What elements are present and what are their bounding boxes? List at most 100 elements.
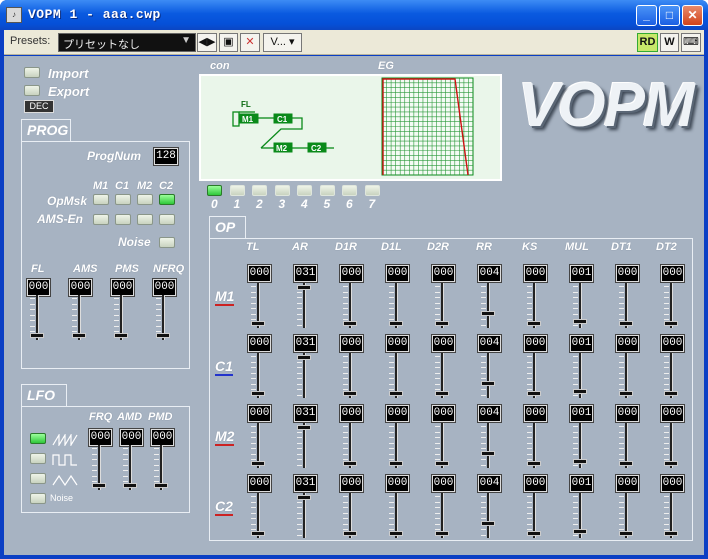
lfo-param-value-frq[interactable]: 000 <box>88 428 113 447</box>
export-button[interactable] <box>24 85 40 96</box>
op-c2-dt2-slider-knob[interactable] <box>664 531 678 536</box>
lfo-param-slider-pmd-knob[interactable] <box>154 483 168 488</box>
lfo-param-slider-amd-knob[interactable] <box>123 483 137 488</box>
op-c1-ar-slider-knob[interactable] <box>297 355 311 360</box>
ams-en-toggle-c1[interactable] <box>115 214 131 225</box>
op-m2-dt1-slider-knob[interactable] <box>619 461 633 466</box>
prognum-value[interactable]: 128 <box>153 147 179 166</box>
ams-en-toggle-m1[interactable] <box>93 214 109 225</box>
op-c1-d1l-value[interactable]: 000 <box>385 334 410 353</box>
op-m1-mul-value[interactable]: 001 <box>569 264 594 283</box>
op-c1-rr-slider[interactable] <box>478 353 500 398</box>
op-c2-mul-slider-knob[interactable] <box>573 529 587 534</box>
app-icon[interactable]: ♪ <box>6 7 22 23</box>
noise-toggle[interactable] <box>159 237 175 248</box>
op-m1-tl-slider[interactable] <box>248 283 270 328</box>
op-c2-d2r-slider-knob[interactable] <box>435 531 449 536</box>
prog-param-value-ams[interactable]: 000 <box>68 278 93 297</box>
tab-op[interactable]: OP <box>209 216 246 238</box>
op-c2-d1r-value[interactable]: 000 <box>339 474 364 493</box>
op-m1-rr-slider-knob[interactable] <box>481 311 495 316</box>
op-m2-d1l-slider[interactable] <box>386 423 408 468</box>
op-c2-d1l-slider-knob[interactable] <box>389 531 403 536</box>
op-c1-d1l-slider[interactable] <box>386 353 408 398</box>
op-c1-tl-slider-knob[interactable] <box>251 391 265 396</box>
op-c2-d1r-slider[interactable] <box>340 493 362 538</box>
op-m2-d1r-slider[interactable] <box>340 423 362 468</box>
op-m2-ks-slider-knob[interactable] <box>527 461 541 466</box>
op-c1-ar-value[interactable]: 031 <box>293 334 318 353</box>
prog-param-value-pms[interactable]: 000 <box>110 278 135 297</box>
algorithm-button-4[interactable] <box>297 185 312 196</box>
op-m1-ar-value[interactable]: 031 <box>293 264 318 283</box>
op-c1-ks-value[interactable]: 000 <box>523 334 548 353</box>
op-c1-dt2-value[interactable]: 000 <box>660 334 685 353</box>
op-c2-dt1-slider[interactable] <box>616 493 638 538</box>
prog-param-value-nfrq[interactable]: 000 <box>152 278 177 297</box>
op-m2-ks-slider[interactable] <box>524 423 546 468</box>
opmsk-toggle-m1[interactable] <box>93 194 109 205</box>
prev-next-preset-button[interactable]: ◀▶ <box>197 33 217 52</box>
op-c1-dt1-value[interactable]: 000 <box>615 334 640 353</box>
op-m1-d1l-slider[interactable] <box>386 283 408 328</box>
op-m1-dt1-slider-knob[interactable] <box>619 321 633 326</box>
op-m2-d1r-slider-knob[interactable] <box>343 461 357 466</box>
op-m2-dt2-slider[interactable] <box>661 423 683 468</box>
op-m1-dt1-value[interactable]: 000 <box>615 264 640 283</box>
op-c1-dt2-slider-knob[interactable] <box>664 391 678 396</box>
prog-param-slider-pms-knob[interactable] <box>114 333 128 338</box>
op-m1-dt2-value[interactable]: 000 <box>660 264 685 283</box>
lfo-wave-toggle-0[interactable] <box>30 433 46 444</box>
op-m1-d1l-value[interactable]: 000 <box>385 264 410 283</box>
op-m2-ar-value[interactable]: 031 <box>293 404 318 423</box>
op-c2-dt2-slider[interactable] <box>661 493 683 538</box>
op-c1-rr-value[interactable]: 004 <box>477 334 502 353</box>
op-c2-rr-slider-knob[interactable] <box>481 521 495 526</box>
algorithm-button-3[interactable] <box>274 185 290 196</box>
minimize-button[interactable]: _ <box>636 5 657 26</box>
op-m1-rr-slider[interactable] <box>478 283 500 328</box>
op-m2-mul-slider[interactable] <box>570 423 592 468</box>
lfo-param-value-pmd[interactable]: 000 <box>150 428 175 447</box>
algorithm-button-6[interactable] <box>342 185 357 196</box>
op-m2-dt1-slider[interactable] <box>616 423 638 468</box>
rd-button[interactable]: RD <box>637 33 658 52</box>
op-m2-tl-slider-knob[interactable] <box>251 461 265 466</box>
op-m1-ks-slider[interactable] <box>524 283 546 328</box>
prog-param-slider-nfrq-knob[interactable] <box>156 333 170 338</box>
prog-param-slider-ams[interactable] <box>69 295 91 340</box>
preset-select[interactable]: プリセットなし ▼ <box>58 33 196 52</box>
op-m2-dt2-value[interactable]: 000 <box>660 404 685 423</box>
op-c2-ks-slider[interactable] <box>524 493 546 538</box>
op-c1-mul-slider[interactable] <box>570 353 592 398</box>
op-m2-mul-slider-knob[interactable] <box>573 459 587 464</box>
algorithm-button-7[interactable] <box>364 185 380 196</box>
op-c1-dt1-slider-knob[interactable] <box>619 391 633 396</box>
prog-param-value-fl[interactable]: 000 <box>26 278 51 297</box>
op-c2-d1l-value[interactable]: 000 <box>385 474 410 493</box>
op-m2-rr-slider-knob[interactable] <box>481 451 495 456</box>
op-m1-dt2-slider-knob[interactable] <box>664 321 678 326</box>
op-c1-mul-slider-knob[interactable] <box>573 389 587 394</box>
op-c2-dt2-value[interactable]: 000 <box>660 474 685 493</box>
prog-param-slider-pms[interactable] <box>111 295 133 340</box>
keyboard-button[interactable]: ⌨ <box>681 33 701 52</box>
op-m2-rr-value[interactable]: 004 <box>477 404 502 423</box>
op-c2-ar-value[interactable]: 031 <box>293 474 318 493</box>
op-m1-dt2-slider[interactable] <box>661 283 683 328</box>
op-m1-d1r-slider[interactable] <box>340 283 362 328</box>
op-m2-d1l-slider-knob[interactable] <box>389 461 403 466</box>
import-button[interactable] <box>24 67 40 78</box>
op-c1-d2r-slider-knob[interactable] <box>435 391 449 396</box>
op-c1-mul-value[interactable]: 001 <box>569 334 594 353</box>
lfo-param-slider-amd[interactable] <box>120 445 142 490</box>
lfo-wave-toggle-1[interactable] <box>30 453 46 464</box>
op-c2-d1l-slider[interactable] <box>386 493 408 538</box>
op-c2-tl-slider-knob[interactable] <box>251 531 265 536</box>
op-c2-mul-value[interactable]: 001 <box>569 474 594 493</box>
op-c1-dt2-slider[interactable] <box>661 353 683 398</box>
op-m1-d1r-slider-knob[interactable] <box>343 321 357 326</box>
op-m1-rr-value[interactable]: 004 <box>477 264 502 283</box>
op-m2-dt1-value[interactable]: 000 <box>615 404 640 423</box>
op-c1-dt1-slider[interactable] <box>616 353 638 398</box>
